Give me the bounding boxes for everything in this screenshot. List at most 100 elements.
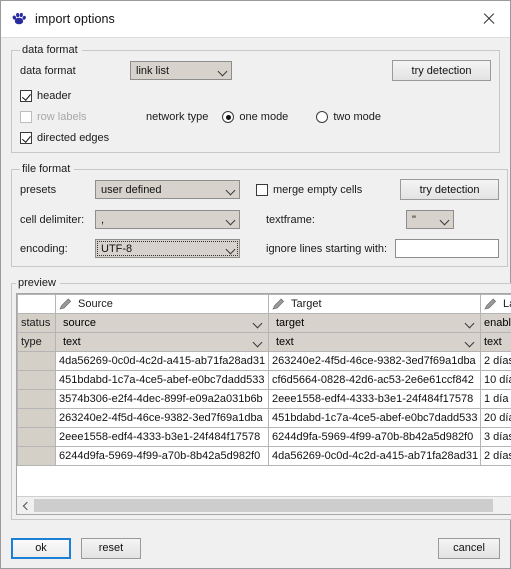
scrollbar-thumb[interactable] <box>34 499 494 512</box>
preview-table-container: Source Target L status source target ena… <box>16 293 511 515</box>
chevron-down-icon <box>463 317 476 330</box>
encoding-row: encoding: UTF-8 ignore lines starting wi… <box>20 239 500 258</box>
checkbox-box <box>20 90 32 102</box>
data-format-try-detection-button[interactable]: try detection <box>392 60 491 81</box>
type-select-source[interactable]: text <box>55 332 269 352</box>
preview-legend: preview <box>18 277 56 289</box>
column-header-target[interactable]: Target <box>268 294 481 314</box>
column-title: Source <box>78 298 113 310</box>
preview-horizontal-scrollbar[interactable] <box>17 496 511 514</box>
type-select-label[interactable]: text <box>480 332 511 352</box>
table-row: 263240e2-4f5d-46ce-9382-3ed7f69a1dba 451… <box>17 408 511 428</box>
chevron-down-icon <box>438 213 451 226</box>
type-row: type text text text <box>17 332 511 352</box>
preview-table-scroll: Source Target L status source target ena… <box>17 294 511 496</box>
two-mode-label: two mode <box>333 111 382 123</box>
import-options-dialog: import options data format data format l… <box>0 0 511 569</box>
merge-empty-cells-checkbox[interactable]: merge empty cells <box>256 183 363 196</box>
status-row: status source target enabl <box>17 313 511 333</box>
cell-label: 2 días <box>480 351 511 371</box>
corner-cell <box>17 294 56 314</box>
type-select-target[interactable]: text <box>268 332 481 352</box>
status-select-label[interactable]: enable <box>480 313 511 333</box>
preview-group: preview Source Target L status source ta… <box>11 277 511 520</box>
chevron-down-icon <box>216 64 229 77</box>
radio-one-mode[interactable]: one mode <box>222 111 288 123</box>
cell-target: 263240e2-4f5d-46ce-9382-3ed7f69a1dba <box>268 351 481 371</box>
table-row: 4da56269-0c0d-4c2d-a415-ab71fa28ad31 263… <box>17 351 511 371</box>
dialog-body: data format data format link list try de… <box>1 38 511 528</box>
row-handle[interactable] <box>17 408 56 428</box>
encoding-value: UTF-8 <box>101 242 133 255</box>
cell-source: 4da56269-0c0d-4c2d-a415-ab71fa28ad31 <box>55 351 269 371</box>
merge-empty-cells-label: merge empty cells <box>273 183 363 196</box>
row-labels-row: row labels network type one mode two mod… <box>20 111 491 123</box>
column-header-label[interactable]: Lab <box>480 294 511 314</box>
cell-label: 10 días <box>480 370 511 390</box>
table-row: 6244d9fa-5969-4f99-a70b-8b42a5d982f0 4da… <box>17 446 511 466</box>
status-value: enable <box>484 317 511 329</box>
ok-button[interactable]: ok <box>11 537 71 559</box>
directed-edges-checkbox[interactable]: directed edges <box>20 132 109 144</box>
cell-delimiter-row: cell delimiter: , textframe: " <box>20 210 499 229</box>
type-row-label: type <box>17 332 56 352</box>
radio-two-mode[interactable]: two mode <box>316 111 381 123</box>
textframe-select[interactable]: " <box>406 210 454 229</box>
preview-table: Source Target L status source target ena… <box>17 294 511 466</box>
data-format-label: data format <box>20 64 76 77</box>
encoding-select[interactable]: UTF-8 <box>95 239 240 258</box>
chevron-down-icon <box>224 183 237 196</box>
data-format-value: link list <box>136 64 170 77</box>
header-label: header <box>37 90 72 102</box>
row-handle[interactable] <box>17 370 56 390</box>
status-select-source[interactable]: source <box>55 313 269 333</box>
data-format-legend: data format <box>22 44 78 56</box>
checkbox-box <box>256 183 268 196</box>
presets-select[interactable]: user defined <box>95 180 240 199</box>
row-handle[interactable] <box>17 351 56 371</box>
pencil-icon <box>59 298 72 310</box>
cell-source: 451bdabd-1c7a-4ce5-abef-e0bc7dadd533 <box>55 370 269 390</box>
textframe-value: " <box>412 213 416 226</box>
cell-delimiter-value: , <box>101 213 105 226</box>
scrollbar-track[interactable] <box>34 499 511 512</box>
data-format-select[interactable]: link list <box>130 61 232 80</box>
cell-source: 263240e2-4f5d-46ce-9382-3ed7f69a1dba <box>55 408 269 428</box>
file-format-try-detection-button[interactable]: try detection <box>400 179 500 200</box>
status-select-target[interactable]: target <box>268 313 481 333</box>
chevron-down-icon <box>251 317 264 330</box>
column-title: Target <box>291 298 322 310</box>
scroll-left-icon[interactable] <box>17 497 34 514</box>
pencil-icon <box>484 298 497 310</box>
table-column-header-row: Source Target L <box>17 294 511 314</box>
cell-target: 451bdabd-1c7a-4ce5-abef-e0bc7dadd533 <box>268 408 481 428</box>
cell-delimiter-label: cell delimiter: <box>20 213 85 226</box>
close-icon[interactable] <box>476 6 502 32</box>
preview-table-body: status source target enabl type text tex… <box>17 313 511 466</box>
cell-delimiter-select[interactable]: , <box>95 210 240 229</box>
row-handle[interactable] <box>17 427 56 447</box>
cell-target: 2eee1558-edf4-4333-b3e1-24f484f17578 <box>268 389 481 409</box>
textframe-label: textframe: <box>266 213 315 226</box>
row-handle[interactable] <box>17 446 56 466</box>
cell-source: 3574b306-e2f4-4dec-899f-e09a2a031b6b <box>55 389 269 409</box>
network-type-label: network type <box>146 111 209 123</box>
reset-button[interactable]: reset <box>81 537 141 559</box>
ignore-lines-input[interactable] <box>395 239 500 258</box>
header-checkbox[interactable]: header <box>20 90 71 102</box>
file-format-legend: file format <box>22 163 71 175</box>
cell-label: 20 días <box>480 408 511 428</box>
directed-edges-label: directed edges <box>37 132 110 144</box>
cancel-button[interactable]: cancel <box>438 537 500 559</box>
radio-dot <box>222 111 235 123</box>
chevron-down-icon <box>224 213 237 226</box>
type-value: text <box>63 336 81 348</box>
encoding-label: encoding: <box>20 242 68 255</box>
window-title: import options <box>35 12 115 26</box>
cell-source: 6244d9fa-5969-4f99-a70b-8b42a5d982f0 <box>55 446 269 466</box>
column-header-source[interactable]: Source <box>55 294 269 314</box>
row-handle[interactable] <box>17 389 56 409</box>
row-labels-checkbox[interactable]: row labels <box>20 111 146 123</box>
header-row: header <box>20 90 491 102</box>
gephi-paw-icon <box>11 11 27 27</box>
